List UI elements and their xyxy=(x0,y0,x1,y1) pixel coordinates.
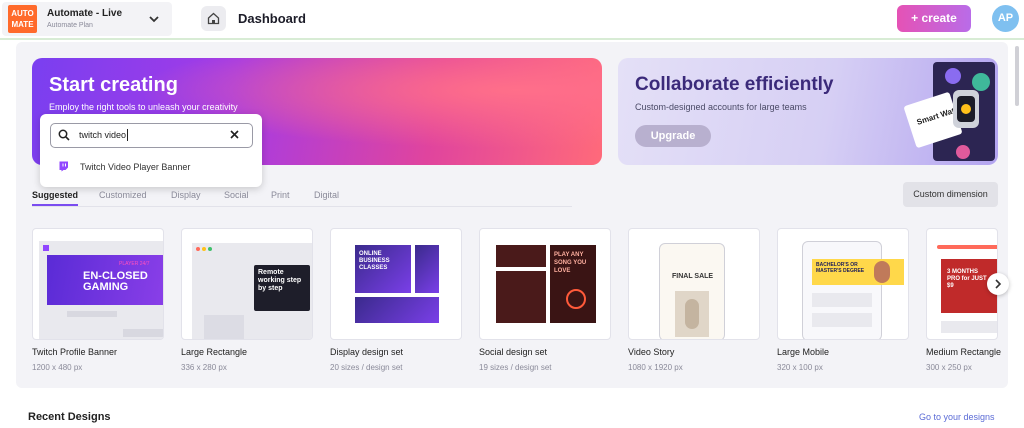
active-tab-indicator xyxy=(32,204,78,206)
card-art-small-text: PLAYER 24/7 xyxy=(119,261,150,267)
hero-subtitle: Employ the right tools to unleash your c… xyxy=(49,102,238,112)
tab-suggested[interactable]: Suggested xyxy=(32,190,78,200)
design-card-large-rectangle[interactable]: Remote working step by step xyxy=(181,228,313,340)
page-title: Dashboard xyxy=(238,11,306,26)
design-size: 336 x 280 px xyxy=(181,363,227,372)
home-button[interactable] xyxy=(201,6,226,31)
design-card-video-story[interactable]: FINAL SALE xyxy=(628,228,760,340)
create-button[interactable]: + create xyxy=(897,5,971,32)
top-bar: AUTO MATE Automate - Live Automate Plan … xyxy=(0,0,1024,40)
go-to-designs-link[interactable]: Go to your designs xyxy=(919,412,995,422)
card-art-text: 3 MONTHS PRO for JUST $9 xyxy=(947,269,987,289)
carousel-next-button[interactable] xyxy=(987,273,1009,295)
tab-display[interactable]: Display xyxy=(171,190,201,200)
chevron-right-icon xyxy=(995,279,1002,289)
smart-watch-illustration: Smart Watch xyxy=(904,62,995,161)
upgrade-button[interactable]: Upgrade xyxy=(635,125,711,147)
design-title: Display design set xyxy=(330,347,404,357)
design-title: Large Mobile xyxy=(777,347,830,357)
design-card-social-design-set[interactable]: PLAY ANY SONG YOU LOVE xyxy=(479,228,611,340)
design-size: 1200 x 480 px xyxy=(32,363,83,372)
tab-digital[interactable]: Digital xyxy=(314,190,339,200)
tabs-divider xyxy=(32,206,572,207)
search-suggestion-label: Twitch Video Player Banner xyxy=(80,162,191,172)
search-input-value: twitch video xyxy=(79,130,127,140)
card-art-text: Remote working step by step xyxy=(258,269,302,292)
design-title: Social design set xyxy=(479,347,548,357)
card-art-text: EN-CLOSED GAMING xyxy=(83,270,148,293)
collaborate-subtitle: Custom-designed accounts for large teams xyxy=(635,102,807,112)
tab-social[interactable]: Social xyxy=(224,190,249,200)
design-size: 320 x 100 px xyxy=(777,363,823,372)
tab-print[interactable]: Print xyxy=(271,190,290,200)
design-size: 20 sizes / design set xyxy=(330,363,403,372)
card-art-text: BACHELOR'S OR MASTER'S DEGREE xyxy=(816,262,865,274)
home-icon xyxy=(207,12,220,25)
recent-designs-heading: Recent Designs xyxy=(28,411,111,423)
workspace-switcher[interactable]: AUTO MATE Automate - Live Automate Plan xyxy=(2,2,172,36)
custom-dimension-button[interactable]: Custom dimension xyxy=(903,182,998,207)
design-card-display-design-set[interactable]: ONLINE BUSINESS CLASSES xyxy=(330,228,462,340)
design-card-twitch-profile-banner[interactable]: EN-CLOSED GAMING PLAYER 24/7 xyxy=(32,228,164,340)
design-size: 19 sizes / design set xyxy=(479,363,552,372)
close-icon[interactable] xyxy=(229,129,240,140)
design-card-large-mobile[interactable]: BACHELOR'S OR MASTER'S DEGREE xyxy=(777,228,909,340)
card-art-text: FINAL SALE xyxy=(672,273,714,280)
collaborate-title: Collaborate efficiently xyxy=(635,74,834,95)
card-art-text: ONLINE BUSINESS CLASSES xyxy=(359,251,390,271)
design-size: 300 x 250 px xyxy=(926,363,972,372)
brand-logo: AUTO MATE xyxy=(8,5,37,33)
scrollbar-thumb[interactable] xyxy=(1015,46,1019,106)
avatar[interactable]: AP xyxy=(992,5,1019,32)
design-title: Twitch Profile Banner xyxy=(32,347,118,357)
workspace-plan: Automate Plan xyxy=(47,22,93,29)
design-title: Medium Rectangle xyxy=(926,347,1002,357)
design-size: 1080 x 1920 px xyxy=(628,363,683,372)
hero-title: Start creating xyxy=(49,74,178,96)
search-icon xyxy=(58,129,70,141)
chevron-down-icon[interactable] xyxy=(147,12,161,26)
text-cursor xyxy=(127,129,128,141)
workspace-name: Automate - Live xyxy=(47,8,123,19)
tab-customized[interactable]: Customized xyxy=(99,190,147,200)
card-art-text: PLAY ANY SONG YOU LOVE xyxy=(554,252,587,274)
design-title: Video Story xyxy=(628,347,675,357)
twitch-icon xyxy=(59,161,68,172)
design-title: Large Rectangle xyxy=(181,347,248,357)
